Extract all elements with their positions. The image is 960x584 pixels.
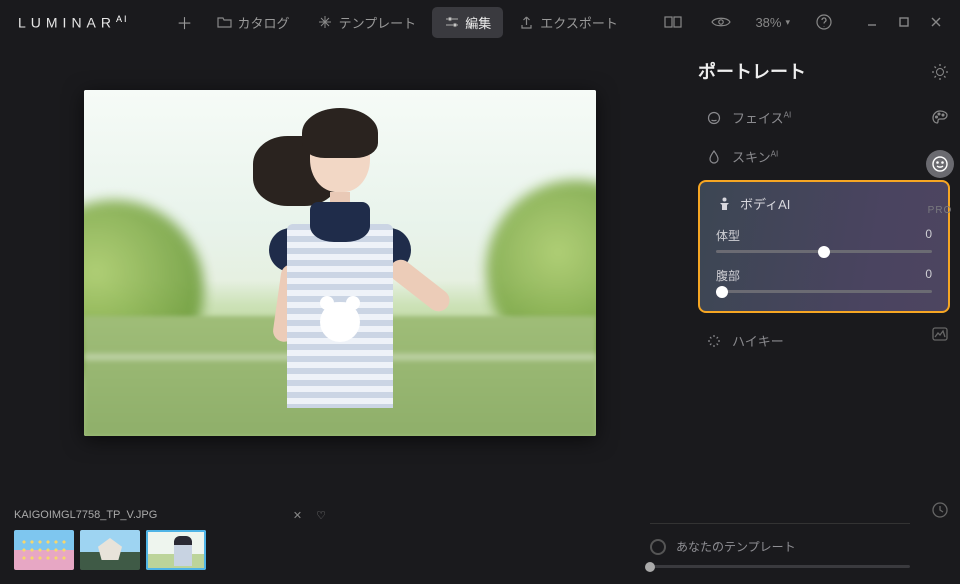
rail-portrait[interactable] — [926, 150, 954, 178]
edit-panel: ポートレート フェイスAI スキンAI ボディAI 体型 0 — [680, 44, 960, 504]
app-logo: LUMINARAI — [10, 14, 129, 31]
tool-skin-label: スキン — [732, 150, 771, 165]
tool-skin[interactable]: スキンAI — [698, 137, 950, 176]
slider-abdomen-track[interactable] — [716, 290, 932, 293]
slider-abdomen: 腹部 0 — [716, 267, 932, 293]
folder-icon — [217, 15, 232, 30]
tool-highkey-label: ハイキー — [732, 331, 784, 350]
panel-title: ポートレート — [698, 58, 950, 84]
highkey-icon — [706, 333, 722, 349]
ai-badge: AI — [784, 111, 792, 120]
right-rail: PRO — [920, 44, 960, 584]
rail-effects[interactable] — [926, 320, 954, 348]
zoom-dropdown[interactable]: 38% ▾ — [755, 15, 790, 30]
plus-icon: ＋ — [177, 10, 193, 34]
nav-export-label: エクスポート — [540, 13, 618, 32]
nav-edit[interactable]: 編集 — [432, 7, 503, 38]
sparkle-icon — [318, 15, 333, 30]
template-strength: あなたのテンプレート — [650, 523, 910, 568]
eye-icon[interactable] — [707, 8, 735, 36]
favorite-icon[interactable]: ♡ — [316, 509, 326, 522]
tool-face[interactable]: フェイスAI — [698, 98, 950, 137]
file-name: KAIGOIMGL7758_TP_V.JPG — [14, 509, 157, 521]
tool-highkey[interactable]: ハイキー — [698, 321, 950, 360]
canvas-column — [0, 44, 680, 504]
thumbnail-2[interactable] — [80, 530, 140, 570]
template-dot-icon — [650, 539, 666, 555]
nav-catalog[interactable]: カタログ — [205, 7, 302, 38]
thumbnail-3-selected[interactable] — [146, 530, 206, 570]
tool-face-label: フェイス — [732, 111, 784, 126]
nav-export[interactable]: エクスポート — [507, 7, 630, 38]
maximize-button[interactable] — [890, 8, 918, 36]
main-area: ポートレート フェイスAI スキンAI ボディAI 体型 0 — [0, 44, 960, 504]
rail-pro-label: PRO — [928, 205, 953, 216]
window-controls — [858, 8, 950, 36]
tool-body-header[interactable]: ボディAI — [716, 194, 932, 213]
ai-badge: AI — [771, 150, 779, 159]
chevron-down-icon: ▾ — [785, 17, 790, 28]
tool-body-label: ボディ — [740, 197, 778, 212]
top-bar: LUMINARAI ＋ カタログ テンプレート 編集 エクスポート 38% ▾ — [0, 0, 960, 44]
rail-color[interactable] — [926, 104, 954, 132]
help-icon[interactable] — [810, 8, 838, 36]
nav-edit-label: 編集 — [465, 13, 491, 32]
export-icon — [519, 15, 534, 30]
reject-icon[interactable]: ✕ — [293, 509, 302, 522]
zoom-value: 38% — [755, 15, 781, 30]
skin-icon — [706, 149, 722, 165]
slider-body-shape-label: 体型 — [716, 227, 740, 244]
topbar-right: 38% ▾ — [659, 8, 950, 36]
top-nav: ＋ カタログ テンプレート 編集 エクスポート — [169, 4, 630, 40]
nav-catalog-label: カタログ — [238, 13, 290, 32]
nav-template[interactable]: テンプレート — [306, 7, 429, 38]
body-icon — [716, 196, 732, 212]
close-button[interactable] — [922, 8, 950, 36]
template-strength-track[interactable] — [650, 565, 910, 568]
minimize-button[interactable] — [858, 8, 886, 36]
add-button[interactable]: ＋ — [169, 4, 201, 40]
app-suffix: AI — [116, 14, 129, 24]
slider-abdomen-label: 腹部 — [716, 267, 740, 284]
nav-template-label: テンプレート — [339, 13, 417, 32]
image-canvas[interactable] — [84, 90, 596, 436]
divider — [650, 523, 910, 524]
app-name: LUMINAR — [18, 14, 116, 30]
slider-body-shape-track[interactable] — [716, 250, 932, 253]
rail-pro[interactable]: PRO — [926, 196, 954, 224]
tool-body-card: ボディAI 体型 0 腹部 0 — [698, 180, 950, 313]
bottom-strip: KAIGOIMGL7758_TP_V.JPG ✕ ♡ あなたのテンプレート — [0, 504, 960, 584]
template-strength-thumb[interactable] — [645, 562, 655, 572]
ai-badge: AI — [778, 197, 790, 212]
slider-body-shape: 体型 0 — [716, 227, 932, 253]
face-icon — [706, 110, 722, 126]
thumbnail-1[interactable] — [14, 530, 74, 570]
compare-icon[interactable] — [659, 8, 687, 36]
slider-body-shape-thumb[interactable] — [818, 246, 830, 258]
rail-light[interactable] — [926, 58, 954, 86]
slider-abdomen-thumb[interactable] — [716, 286, 728, 298]
your-template-label: あなたのテンプレート — [676, 538, 796, 555]
sliders-icon — [444, 15, 459, 30]
